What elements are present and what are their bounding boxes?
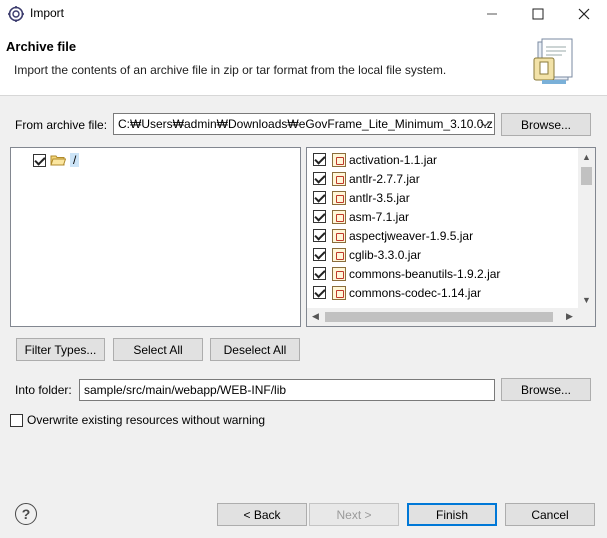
scroll-down-icon[interactable]: ▼: [578, 291, 595, 308]
help-icon[interactable]: ?: [15, 503, 37, 525]
file-checkbox[interactable]: [313, 248, 326, 261]
cancel-button[interactable]: Cancel: [505, 503, 595, 526]
file-name: activation-1.1.jar: [349, 152, 438, 167]
filter-types-button[interactable]: Filter Types...: [16, 338, 105, 361]
back-button[interactable]: < Back: [217, 503, 307, 526]
jar-file-icon: [332, 152, 346, 167]
jar-file-icon: [332, 190, 346, 205]
jar-file-icon: [332, 266, 346, 281]
file-checkbox[interactable]: [313, 286, 326, 299]
select-all-button[interactable]: Select All: [113, 338, 203, 361]
eclipse-gear-icon: [8, 6, 24, 22]
browse-archive-button[interactable]: Browse...: [501, 113, 591, 136]
overwrite-label: Overwrite existing resources without war…: [27, 413, 266, 427]
finish-button[interactable]: Finish: [407, 503, 497, 526]
tree-root-checkbox[interactable]: [33, 153, 46, 167]
file-name: commons-codec-1.14.jar: [349, 285, 482, 300]
file-name: cglib-3.3.0.jar: [349, 247, 422, 262]
list-item[interactable]: commons-codec-1.14.jar: [313, 283, 481, 302]
into-folder-input[interactable]: [79, 379, 495, 401]
open-folder-icon: [50, 155, 66, 166]
list-item[interactable]: commons-beanutils-1.9.2.jar: [313, 264, 500, 283]
list-item[interactable]: activation-1.1.jar: [313, 150, 437, 169]
horizontal-scroll-thumb[interactable]: [325, 312, 553, 322]
list-item[interactable]: asm-7.1.jar: [313, 207, 409, 226]
file-checkbox[interactable]: [313, 210, 326, 223]
file-checkbox[interactable]: [313, 267, 326, 280]
jar-file-icon: [332, 209, 346, 224]
maximize-icon[interactable]: [515, 0, 561, 28]
list-item[interactable]: aspectjweaver-1.9.5.jar: [313, 226, 473, 245]
file-name: antlr-2.7.7.jar: [349, 171, 420, 186]
page-description: Import the contents of an archive file i…: [14, 63, 447, 77]
jar-file-icon: [332, 247, 346, 262]
page-title: Archive file: [6, 39, 77, 54]
file-checkbox[interactable]: [313, 229, 326, 242]
vertical-scroll-thumb[interactable]: [581, 167, 592, 185]
list-item[interactable]: antlr-2.7.7.jar: [313, 169, 420, 188]
list-item[interactable]: antlr-3.5.jar: [313, 188, 410, 207]
scroll-right-icon[interactable]: ▶: [561, 308, 578, 325]
file-name: aspectjweaver-1.9.5.jar: [349, 228, 474, 243]
close-icon[interactable]: [561, 0, 607, 28]
next-button[interactable]: Next >: [309, 503, 399, 526]
file-list[interactable]: activation-1.1.jar antlr-2.7.7.jar antlr-3…: [306, 147, 596, 327]
deselect-all-button[interactable]: Deselect All: [210, 338, 300, 361]
file-name: asm-7.1.jar: [349, 209, 410, 224]
minimize-icon[interactable]: [469, 0, 515, 28]
horizontal-scrollbar[interactable]: ◀ ▶: [307, 308, 595, 326]
archive-wizard-icon: [533, 38, 573, 84]
overwrite-option[interactable]: Overwrite existing resources without war…: [10, 412, 265, 428]
browse-folder-button[interactable]: Browse...: [501, 378, 591, 401]
list-item[interactable]: cglib-3.3.0.jar: [313, 245, 421, 264]
chevron-down-icon[interactable]: [480, 120, 490, 128]
scroll-left-icon[interactable]: ◀: [307, 308, 324, 325]
into-folder-label: Into folder:: [15, 383, 72, 397]
file-checkbox[interactable]: [313, 153, 326, 166]
from-archive-label: From archive file:: [15, 118, 108, 132]
tree-root-label: /: [70, 153, 80, 167]
folder-tree[interactable]: /: [10, 147, 301, 327]
file-name: commons-beanutils-1.9.2.jar: [349, 266, 501, 281]
archive-path-value: C:₩Users₩admin₩Downloads₩eGovFrame_Lite_…: [118, 117, 493, 131]
scroll-up-icon[interactable]: ▲: [578, 148, 595, 165]
overwrite-checkbox[interactable]: [10, 413, 23, 427]
tree-root-item[interactable]: /: [33, 151, 80, 169]
file-checkbox[interactable]: [313, 172, 326, 185]
vertical-scrollbar[interactable]: ▲ ▼: [578, 148, 595, 308]
archive-path-combo[interactable]: C:₩Users₩admin₩Downloads₩eGovFrame_Lite_…: [113, 113, 495, 135]
jar-file-icon: [332, 171, 346, 186]
file-checkbox[interactable]: [313, 191, 326, 204]
window-title: Import: [30, 6, 65, 20]
jar-file-icon: [332, 228, 346, 243]
jar-file-icon: [332, 285, 346, 300]
file-name: antlr-3.5.jar: [349, 190, 410, 205]
header-banner: [0, 28, 607, 96]
